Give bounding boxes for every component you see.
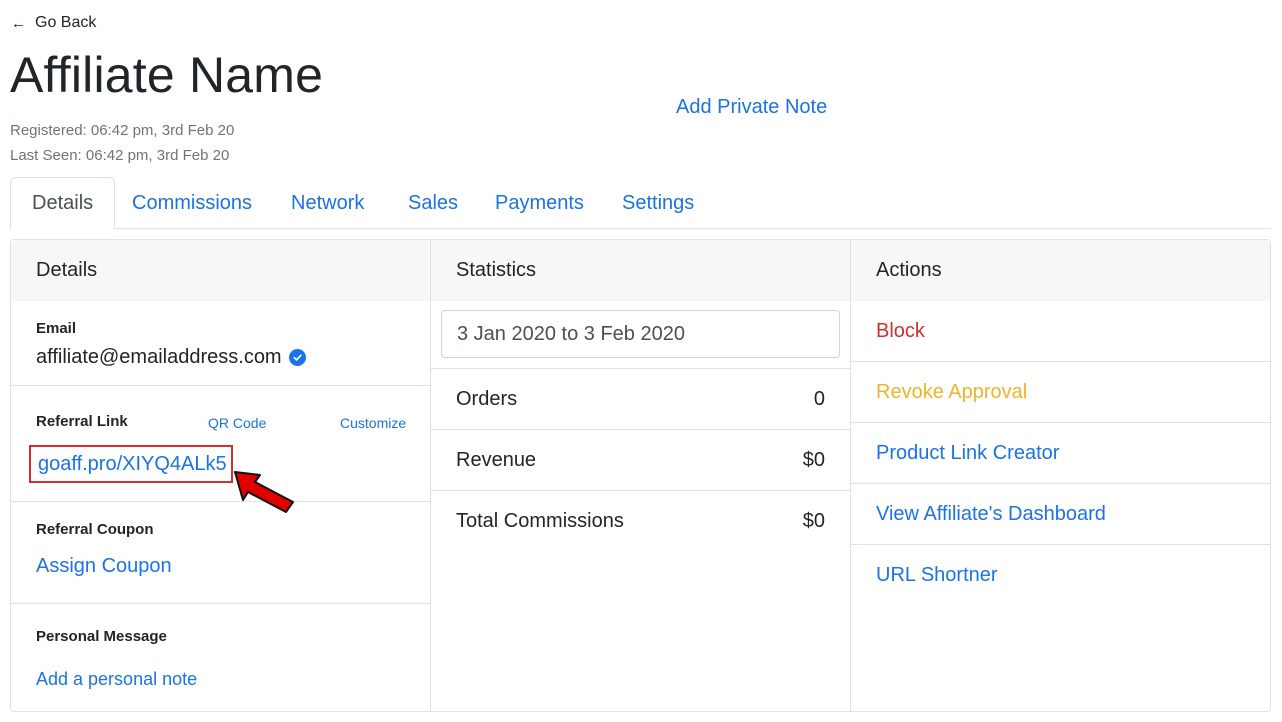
tab-bar: Details Commissions Network Sales Paymen… [10,177,1271,230]
qr-code-link[interactable]: QR Code [208,415,266,431]
email-value: affiliate@emailaddress.com [36,346,306,369]
stat-row-orders: Orders 0 [431,369,850,429]
verified-check-icon [288,349,306,366]
personal-message-label: Personal Message [36,628,167,645]
assign-coupon-link[interactable]: Assign Coupon [36,555,172,578]
stat-row-revenue: Revenue $0 [431,430,850,490]
add-private-note-link[interactable]: Add Private Note [676,96,827,119]
email-text: affiliate@emailaddress.com [36,346,282,368]
referral-link-label: Referral Link [36,413,128,430]
add-personal-note-link[interactable]: Add a personal note [36,669,197,690]
go-back-link[interactable]: ← Go Back [11,14,96,32]
tab-details[interactable]: Details [10,177,116,230]
statistics-heading: Statistics [431,240,850,301]
details-heading: Details [11,240,430,301]
product-link-creator-action[interactable]: Product Link Creator [851,423,1270,484]
stat-label: Total Commissions [456,509,624,532]
tab-sales[interactable]: Sales [387,177,479,229]
email-label: Email [36,320,77,337]
personal-message-section: Personal Message Add a personal note [11,604,430,713]
details-panel: Details Email affiliate@emailaddress.com… [10,239,431,712]
tab-commissions[interactable]: Commissions [111,177,273,229]
url-shortner-action[interactable]: URL Shortner [851,545,1270,606]
revoke-approval-action[interactable]: Revoke Approval [851,362,1270,423]
arrow-left-icon: ← [11,14,26,32]
referral-coupon-section: Referral Coupon Assign Coupon [11,502,430,604]
referral-link[interactable]: goaff.pro/XIYQ4ALk5 [29,445,233,483]
stat-value: $0 [802,509,825,532]
email-section: Email affiliate@emailaddress.com [11,301,430,386]
tab-settings[interactable]: Settings [601,177,715,229]
actions-panel: Actions Block Revoke Approval Product Li… [850,239,1271,712]
stat-row-total-commissions: Total Commissions $0 [431,491,850,551]
block-action[interactable]: Block [851,301,1270,362]
last-seen-timestamp: Last Seen: 06:42 pm, 3rd Feb 20 [10,147,230,164]
customize-link[interactable]: Customize [340,415,406,431]
tab-network[interactable]: Network [270,177,385,229]
go-back-label: Go Back [35,14,97,31]
actions-heading: Actions [851,240,1270,301]
stat-value: $0 [802,448,825,471]
referral-coupon-label: Referral Coupon [36,521,154,538]
tab-payments[interactable]: Payments [474,177,605,229]
statistics-panel: Statistics 3 Jan 2020 to 3 Feb 2020 Orde… [430,239,851,712]
stat-label: Revenue [456,448,537,471]
referral-link-section: Referral Link QR Code Customize goaff.pr… [11,386,430,513]
date-range-picker[interactable]: 3 Jan 2020 to 3 Feb 2020 [441,310,840,358]
stat-value: 0 [813,387,825,410]
stat-label: Orders [456,387,518,410]
registered-timestamp: Registered: 06:42 pm, 3rd Feb 20 [10,122,235,139]
view-affiliate-dashboard-action[interactable]: View Affiliate's Dashboard [851,484,1270,545]
page-title: Affiliate Name [10,47,324,103]
